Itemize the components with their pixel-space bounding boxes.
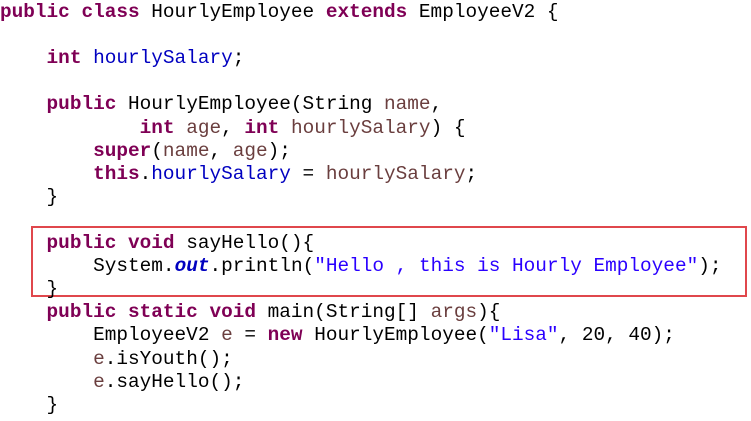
code-token: EmployeeV2 — [93, 324, 222, 347]
code-token: } — [46, 278, 59, 301]
code-token: hourlySalary — [290, 116, 431, 139]
code-line[interactable]: System.out.println("Hello , this is Hour… — [0, 255, 722, 278]
code-line[interactable]: super(name, age); — [0, 140, 291, 163]
code-token: ; — [465, 162, 478, 185]
code-token: int — [244, 116, 291, 139]
code-token: public class — [0, 1, 152, 23]
code-line[interactable]: this.hourlySalary = hourlySalary; — [0, 163, 477, 186]
code-token: int — [139, 116, 187, 139]
code-line[interactable]: int age, int hourlySalary) { — [0, 117, 466, 140]
code-token: ( — [151, 139, 163, 162]
code-line[interactable]: e.isYouth(); — [0, 348, 233, 371]
code-token: , 20, 40); — [558, 324, 675, 347]
code-line[interactable]: public HourlyEmployee(String name, — [0, 93, 443, 116]
code-token: , — [209, 139, 233, 162]
code-token: super — [93, 139, 152, 162]
code-token: System. — [93, 255, 175, 278]
code-token: , — [430, 93, 443, 116]
code-token: int — [46, 47, 94, 70]
code-line[interactable]: e.sayHello(); — [0, 371, 244, 394]
code-token: ) { — [430, 116, 466, 139]
code-token: main(String[] — [267, 301, 431, 324]
next-line-partial — [0, 410, 751, 421]
code-token: e — [93, 370, 105, 393]
code-line[interactable]: } — [0, 393, 59, 417]
code-token: public void — [46, 232, 187, 254]
code-line[interactable]: } — [0, 278, 59, 301]
code-token: e — [93, 347, 105, 370]
code-token: .isYouth(); — [104, 347, 233, 370]
code-token: } — [46, 393, 59, 416]
code-editor[interactable]: public class HourlyEmployee extends Empl… — [0, 0, 751, 421]
code-token: public — [46, 93, 129, 116]
code-token: this — [93, 162, 140, 185]
code-token: , — [221, 116, 245, 139]
code-token: ); — [267, 139, 291, 162]
code-line[interactable]: public static void main(String[] args){ — [0, 301, 501, 324]
code-line[interactable]: EmployeeV2 e = new HourlyEmployee("Lisa"… — [0, 324, 675, 347]
code-token: ); — [698, 255, 722, 278]
code-token: age — [186, 116, 222, 139]
code-token: public static void — [46, 301, 268, 324]
code-token: "Hello , this is Hourly Employee" — [314, 255, 699, 278]
code-line[interactable]: public void sayHello(){ — [0, 232, 315, 255]
code-line[interactable]: } — [0, 185, 59, 209]
code-token: hourlySalary — [93, 47, 233, 70]
code-token: hourlySalary — [151, 162, 291, 185]
code-token: HourlyEmployee(String — [128, 93, 385, 116]
code-line[interactable]: int hourlySalary; — [0, 47, 245, 70]
code-token: HourlyEmployee — [151, 1, 326, 23]
code-token: e — [221, 324, 233, 347]
code-token: args — [430, 301, 478, 324]
code-token: ){ — [477, 301, 501, 324]
code-token: .println( — [209, 255, 315, 278]
code-token: new — [267, 324, 315, 347]
code-token: EmployeeV2 { — [418, 1, 559, 23]
code-token: extends — [325, 1, 419, 23]
code-token: out — [174, 255, 210, 278]
code-token: .sayHello(); — [104, 370, 245, 393]
code-token: ; — [232, 47, 245, 70]
code-token: name — [162, 139, 210, 162]
code-token: HourlyEmployee( — [314, 324, 489, 347]
code-token: "Lisa" — [488, 324, 559, 347]
code-token: = — [232, 324, 268, 347]
code-token: . — [139, 162, 152, 185]
code-token: hourlySalary — [325, 162, 466, 185]
code-token: } — [46, 185, 59, 208]
code-token: age — [232, 139, 268, 162]
code-token: = — [290, 162, 326, 185]
code-token: sayHello(){ — [186, 232, 315, 254]
code-token: name — [384, 93, 431, 116]
code-line[interactable]: public class HourlyEmployee extends Empl… — [0, 1, 559, 24]
